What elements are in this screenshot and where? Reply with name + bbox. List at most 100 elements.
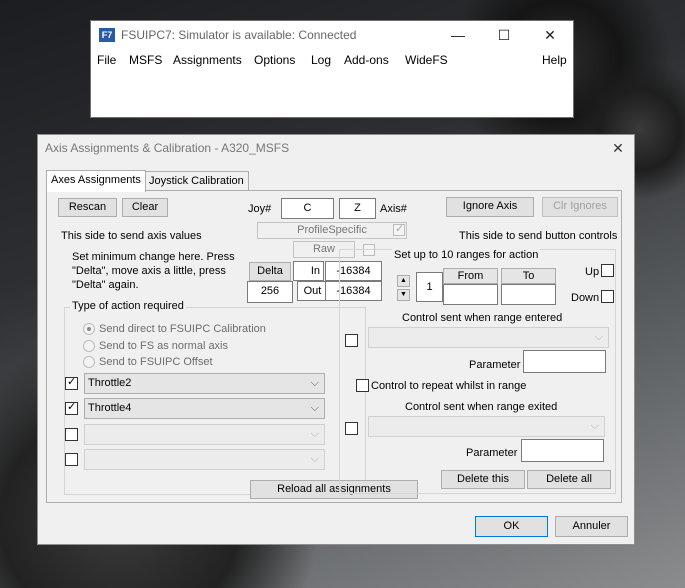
min-change-text-line2: "Delta", move axis a little, press (72, 265, 226, 277)
main-menubar: File MSFS Assignments Options Log Add-on… (91, 51, 573, 71)
down-label: Down (571, 292, 600, 304)
menu-msfs[interactable]: MSFS (129, 53, 162, 67)
parameter-entered-field[interactable] (523, 350, 606, 373)
axis-row-2-combo[interactable]: Throttle4 ⌵ (84, 398, 325, 419)
axis-row-4-checkbox[interactable] (65, 453, 78, 466)
range-spin-down-icon[interactable]: ▼ (397, 289, 410, 301)
radio-fs-normal-axis-label: Send to FS as normal axis (99, 340, 229, 352)
out-label: Out (303, 285, 322, 297)
radio-selected-dot-icon (87, 327, 91, 331)
repeat-label: Control to repeat whilst in range (371, 380, 527, 392)
menu-options[interactable]: Options (254, 53, 295, 67)
dialog-close-icon[interactable]: ✕ (606, 137, 630, 159)
delete-all-button[interactable]: Delete all (527, 470, 611, 489)
axis-row-3-checkbox[interactable] (65, 428, 78, 441)
control-entered-checkbox[interactable] (345, 334, 358, 347)
control-entered-label: Control sent when range entered (402, 312, 563, 324)
clear-button[interactable]: Clear (122, 198, 168, 217)
radio-fsuipc-calibration[interactable] (83, 323, 95, 335)
maximize-icon[interactable]: ☐ (481, 21, 527, 49)
clr-ignores-button[interactable]: Clr Ignores (542, 197, 618, 217)
chevron-down-icon: ⌵ (594, 331, 603, 343)
fsuipc-app-icon: F7 (99, 28, 115, 42)
profile-specific-box: ProfileSpecific (257, 222, 407, 239)
axes-assignments-page: Rescan Clear Joy# C Z Axis# Ignore Axis … (46, 190, 622, 503)
joy-number-field[interactable]: C (281, 198, 334, 219)
ok-button[interactable]: OK (475, 516, 548, 537)
cancel-button[interactable]: Annuler (555, 516, 628, 537)
checkmark-icon: ✓ (395, 223, 405, 235)
main-window-title: FSUIPC7: Simulator is available: Connect… (121, 28, 357, 42)
joy-label: Joy# (248, 203, 272, 215)
profile-specific-label: ProfileSpecific (297, 224, 367, 236)
action-type-label: Type of action required (70, 300, 186, 312)
menu-help[interactable]: Help (542, 53, 567, 67)
min-change-text-line3: "Delta" again. (72, 279, 139, 291)
delta-button[interactable]: Delta (249, 262, 291, 281)
control-exited-combo[interactable]: ⌵ (368, 416, 605, 437)
right-side-heading: This side to send button controls (459, 230, 618, 242)
to-header: To (501, 268, 556, 284)
checkmark-icon: ✓ (67, 376, 77, 388)
in-label: In (310, 265, 320, 277)
chevron-down-icon: ⌵ (310, 402, 319, 414)
delete-this-button[interactable]: Delete this (441, 470, 525, 489)
tab-joystick-calibration[interactable]: Joystick Calibration (144, 171, 249, 191)
checkmark-icon: ✓ (67, 401, 77, 413)
axis-row-4-combo[interactable]: ⌵ (84, 449, 325, 470)
axis-row-1-value: Throttle2 (88, 377, 132, 389)
menu-widefs[interactable]: WideFS (405, 53, 448, 67)
axis-label: Axis# (380, 203, 407, 215)
minimize-icon[interactable]: — (435, 21, 481, 49)
profile-specific-checkbox[interactable]: ✓ (393, 223, 405, 236)
axis-row-3-combo[interactable]: ⌵ (84, 424, 325, 445)
ignore-axis-button[interactable]: Ignore Axis (446, 197, 534, 217)
control-exited-label: Control sent when range exited (405, 401, 558, 413)
ranges-label: Set up to 10 ranges for action (392, 249, 541, 261)
menu-assignments[interactable]: Assignments (173, 53, 242, 67)
chevron-down-icon: ⌵ (590, 420, 599, 432)
in-label-box: In (293, 261, 324, 281)
chevron-down-icon: ⌵ (310, 428, 319, 440)
axis-number-field[interactable]: Z (339, 198, 376, 219)
up-label: Up (585, 266, 600, 278)
from-field[interactable] (443, 284, 498, 305)
tab-axes-assignments[interactable]: Axes Assignments (46, 170, 146, 192)
control-entered-combo[interactable]: ⌵ (368, 327, 609, 348)
parameter-exited-field[interactable] (521, 439, 604, 462)
delta-value-field[interactable]: 256 (247, 281, 293, 303)
menu-log[interactable]: Log (311, 53, 331, 67)
chevron-down-icon: ⌵ (310, 453, 319, 465)
up-checkbox[interactable] (601, 264, 614, 277)
down-checkbox[interactable] (601, 290, 614, 303)
out-label-box: Out (297, 281, 328, 301)
axis-row-1-checkbox[interactable]: ✓ (65, 376, 78, 390)
parameter-exited-label: Parameter (466, 447, 518, 459)
rescan-button[interactable]: Rescan (58, 198, 117, 217)
axis-row-1-combo[interactable]: Throttle2 ⌵ (84, 373, 325, 394)
axis-assignments-dialog: Axis Assignments & Calibration - A320_MS… (37, 134, 635, 545)
control-exited-checkbox[interactable] (345, 422, 358, 435)
fsuipc-main-window: F7 FSUIPC7: Simulator is available: Conn… (90, 20, 574, 118)
close-icon[interactable]: ✕ (527, 21, 573, 49)
dialog-title: Axis Assignments & Calibration - A320_MS… (45, 141, 290, 155)
axis-row-2-value: Throttle4 (88, 402, 132, 414)
repeat-checkbox[interactable] (356, 379, 369, 392)
radio-fs-normal-axis[interactable] (83, 340, 95, 352)
axis-row-2-checkbox[interactable]: ✓ (65, 401, 78, 415)
from-header: From (443, 268, 498, 284)
min-change-text-line1: Set minimum change here. Press (72, 251, 235, 263)
raw-label: Raw (312, 243, 335, 255)
left-side-heading: This side to send axis values (61, 230, 202, 242)
menu-file[interactable]: File (97, 53, 116, 67)
main-titlebar[interactable]: F7 FSUIPC7: Simulator is available: Conn… (91, 21, 573, 49)
radio-fsuipc-offset[interactable] (83, 356, 95, 368)
range-spin-up-icon[interactable]: ▲ (397, 275, 410, 287)
parameter-entered-label: Parameter (469, 359, 521, 371)
radio-fsuipc-offset-label: Send to FSUIPC Offset (99, 356, 213, 368)
to-field[interactable] (501, 284, 556, 305)
range-count-field[interactable]: 1 (416, 272, 443, 302)
radio-fsuipc-calibration-label: Send direct to FSUIPC Calibration (99, 323, 266, 335)
chevron-down-icon: ⌵ (310, 377, 319, 389)
menu-addons[interactable]: Add-ons (344, 53, 389, 67)
